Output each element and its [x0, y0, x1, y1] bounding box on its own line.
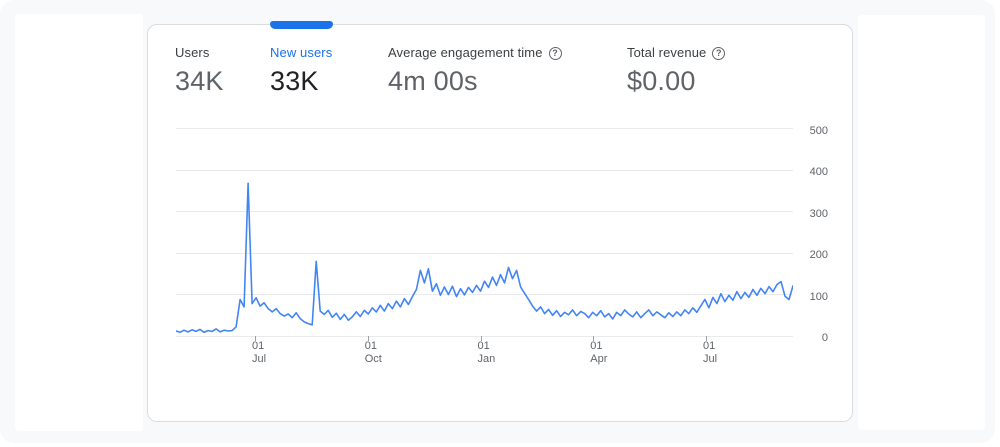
metric-tab-total-revenue[interactable]: Total revenue? $0.00: [627, 44, 725, 97]
x-axis-label: 01Apr: [590, 340, 626, 366]
metric-label-text: Average engagement time: [388, 45, 543, 60]
x-axis-label-month: Oct: [365, 353, 401, 366]
metric-tab-users[interactable]: Users 34K: [175, 44, 224, 97]
metric-label-text: Total revenue: [627, 45, 706, 60]
help-icon[interactable]: ?: [549, 47, 562, 60]
x-axis-label-month: Apr: [590, 353, 626, 366]
series-line-new-users: [176, 183, 793, 332]
x-axis-label-month: Jan: [478, 353, 514, 366]
metric-value: 33K: [270, 65, 332, 97]
analytics-dashboard: Users 34K New users 33K Average engageme…: [0, 0, 1000, 447]
metric-label: Average engagement time?: [388, 44, 562, 62]
x-axis-label: 01Jul: [252, 340, 288, 366]
x-axis-label-month: Jul: [703, 353, 739, 366]
y-axis-label: 300: [788, 208, 828, 220]
help-icon[interactable]: ?: [712, 47, 725, 60]
y-axis-label: 500: [788, 125, 828, 137]
x-axis-label: 01Jan: [478, 340, 514, 366]
x-axis-label-month: Jul: [252, 353, 288, 366]
metric-tab-avg-engagement-time[interactable]: Average engagement time? 4m 00s: [388, 44, 562, 97]
metric-label: Total revenue?: [627, 44, 725, 62]
chart-plot-area[interactable]: [176, 120, 793, 340]
y-axis-label: 0: [788, 332, 828, 344]
x-axis-label: 01Oct: [365, 340, 401, 366]
metric-label: Users: [175, 44, 224, 62]
metric-tab-new-users[interactable]: New users 33K: [270, 44, 332, 97]
metric-value: 34K: [175, 65, 224, 97]
left-adjacent-card: [15, 14, 143, 431]
x-axis-label: 01Jul: [703, 340, 739, 366]
y-axis-label: 200: [788, 249, 828, 261]
right-adjacent-card: [858, 15, 985, 430]
metric-label: New users: [270, 44, 332, 62]
metric-value: 4m 00s: [388, 65, 562, 97]
y-axis-label: 100: [788, 291, 828, 303]
metric-value: $0.00: [627, 65, 725, 97]
y-axis-label: 400: [788, 166, 828, 178]
selected-metric-indicator: [270, 21, 333, 29]
